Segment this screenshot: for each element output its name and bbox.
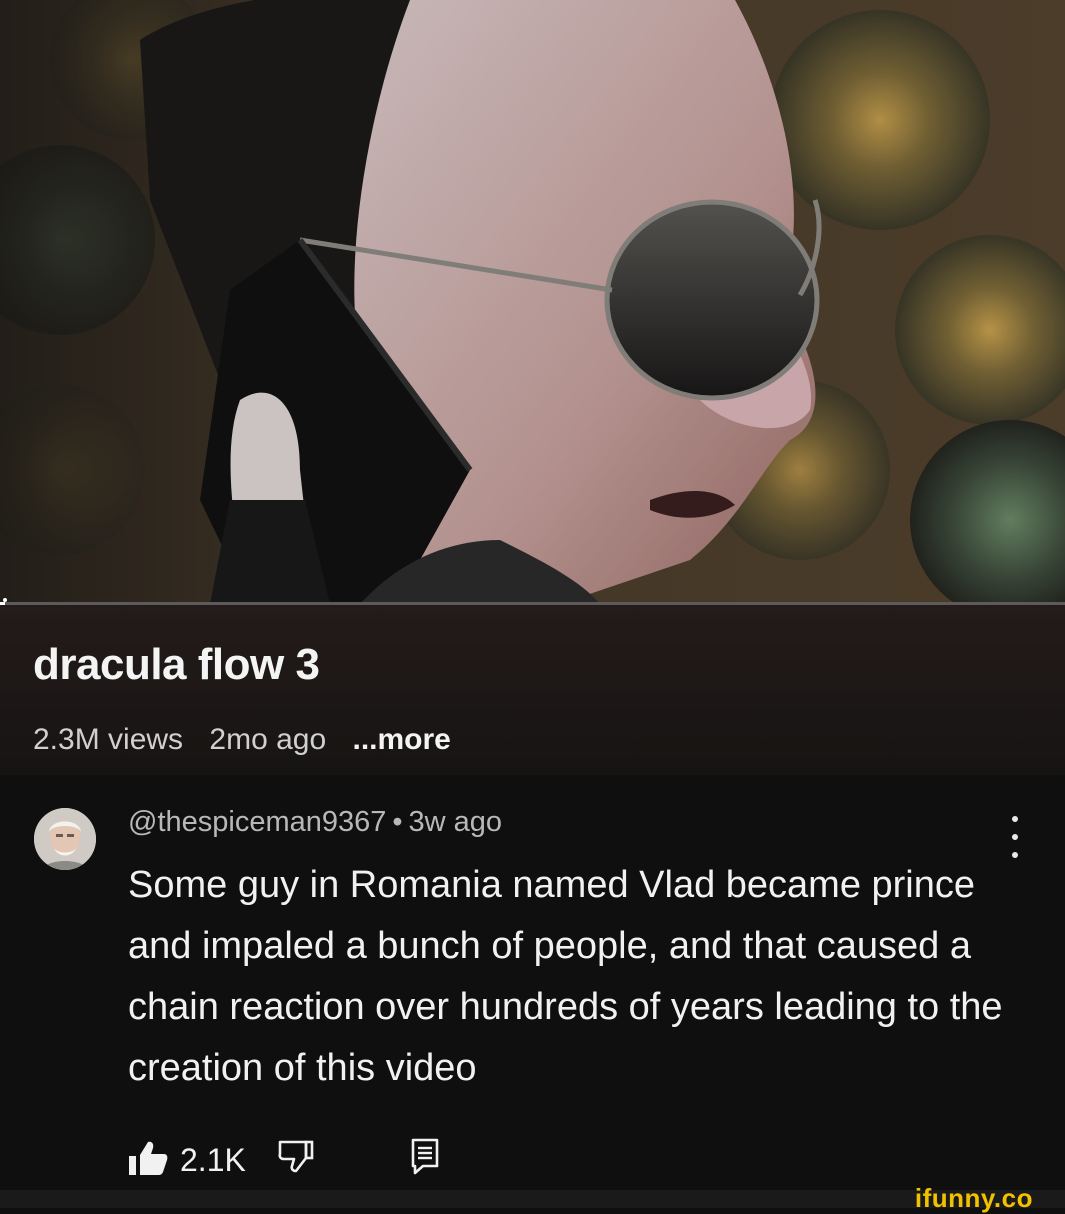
thumbs-up-icon[interactable] <box>128 1140 168 1176</box>
thumbs-down-icon[interactable] <box>278 1138 314 1174</box>
more-description-button[interactable]: ...more <box>352 723 450 757</box>
comment-header: @thespiceman9367 • 3w ago <box>128 806 502 839</box>
separator-dot: • <box>392 806 403 838</box>
upload-age: 2mo ago <box>209 723 327 756</box>
more-vert-icon[interactable] <box>1003 816 1027 858</box>
video-title: dracula flow 3 <box>33 640 320 689</box>
watermark-logo: ifunny.co <box>914 1183 1033 1213</box>
video-player[interactable] <box>0 0 1065 604</box>
comment-author-handle[interactable]: @thespiceman9367 <box>128 806 386 838</box>
view-count: 2.3M views <box>33 723 184 756</box>
avatar[interactable] <box>34 808 96 870</box>
comment-text: Some guy in Romania named Vlad became pr… <box>128 864 1003 1089</box>
video-meta-row[interactable]: 2.3M views 2mo ago ...more <box>33 723 451 757</box>
video-progress-scrubber[interactable] <box>3 598 7 602</box>
video-frame-image <box>0 0 1065 604</box>
reply-icon[interactable] <box>411 1138 439 1176</box>
like-count: 2.1K <box>180 1142 246 1178</box>
footer-bar <box>0 1190 1065 1208</box>
comment-age: 3w ago <box>408 806 503 838</box>
